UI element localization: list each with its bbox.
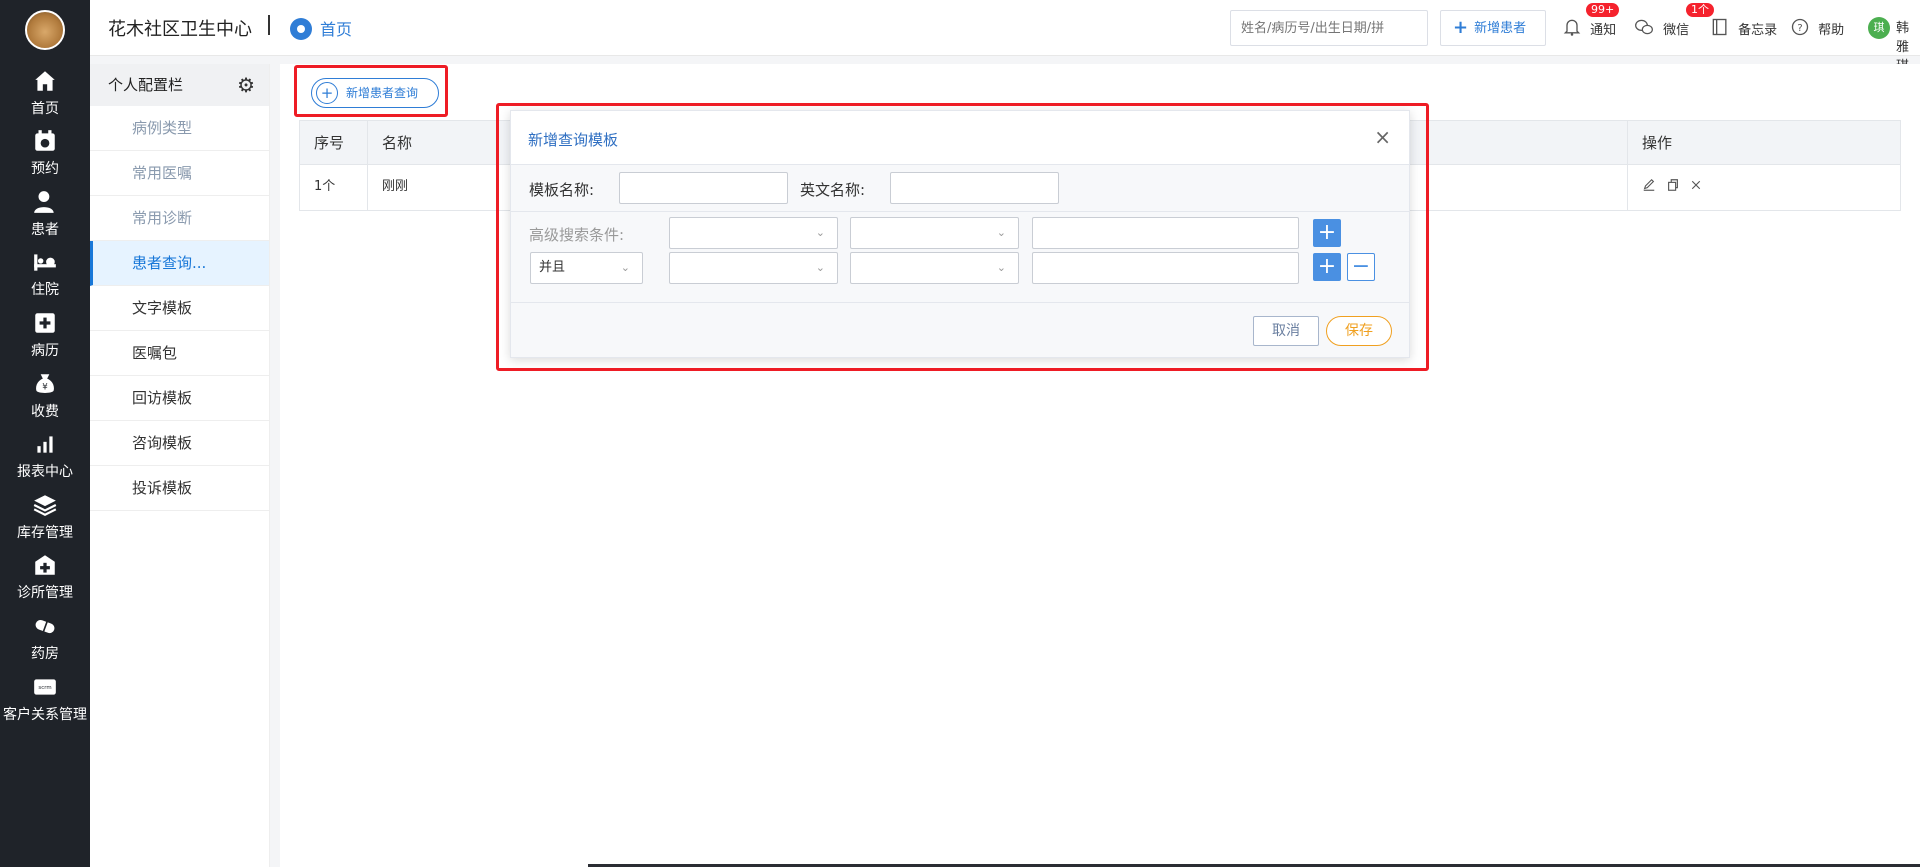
rail-label: 库存管理: [17, 525, 73, 541]
patient-search-input[interactable]: [1230, 10, 1428, 46]
rail-label: 诊所管理: [17, 585, 73, 601]
sidebar-item-order-package[interactable]: 医嘱包: [90, 331, 269, 376]
sidebar-header: 个人配置栏 ⚙: [90, 64, 269, 106]
sidebar-item-case-type[interactable]: 病例类型: [90, 106, 269, 151]
user-icon: [34, 191, 54, 213]
sidebar-item-common-orders[interactable]: 常用医嘱: [90, 151, 269, 196]
rail-label: 患者: [31, 222, 59, 238]
layers-icon: [33, 495, 57, 516]
rail-label: 客户关系管理: [3, 707, 87, 723]
plus-icon: +: [1453, 17, 1469, 38]
help-label: 帮助: [1818, 23, 1845, 38]
rail-label: 报表中心: [17, 464, 73, 480]
sidebar-item-common-diagnosis[interactable]: 常用诊断: [90, 196, 269, 241]
medical-box-icon: [35, 555, 55, 575]
money-bag-icon: ¥: [36, 374, 54, 393]
home-badge-icon: [290, 18, 312, 40]
calendar-icon: [35, 130, 55, 151]
home-icon: [35, 71, 55, 91]
rail-label: 预约: [31, 161, 59, 177]
pill-icon: [35, 619, 55, 634]
rail-label: 病历: [31, 343, 59, 359]
notification-label: 通知: [1590, 23, 1617, 38]
rail-item-clinic[interactable]: 诊所管理: [0, 544, 90, 614]
header-ops: 操作: [1642, 134, 1673, 152]
sidebar-item-patient-query[interactable]: 患者查询...: [90, 241, 269, 286]
header-index: 序号: [300, 121, 368, 164]
rail-item-crm[interactable]: scrm 客户关系管理: [0, 666, 90, 736]
app-logo-avatar[interactable]: [25, 10, 65, 50]
cell-index: 1个: [300, 165, 368, 210]
wechat-label: 微信: [1663, 23, 1690, 38]
avatar[interactable]: 琪: [1868, 17, 1890, 39]
copy-icon[interactable]: [1666, 178, 1680, 192]
svg-text:¥: ¥: [42, 382, 48, 392]
medical-record-icon: [35, 313, 55, 333]
sidebar-item-followup-template[interactable]: 回访模板: [90, 376, 269, 421]
org-name: 花木社区卫生中心: [108, 19, 252, 40]
wechat-button[interactable]: 微信: [1633, 17, 1689, 38]
home-link-label: 首页: [320, 20, 353, 39]
wechat-count-badge: 1个: [1686, 3, 1714, 17]
gear-icon[interactable]: ⚙: [237, 64, 255, 106]
notebook-icon: [1712, 18, 1727, 36]
wechat-icon: [1635, 19, 1653, 35]
rail-item-inpatient[interactable]: 住院: [0, 241, 90, 311]
config-sidebar: 个人配置栏 ⚙ 病例类型 常用医嘱 常用诊断 患者查询... 文字模板 医嘱包 …: [90, 64, 270, 867]
bar-chart-icon: [37, 436, 53, 453]
edit-icon[interactable]: [1642, 178, 1656, 192]
rail-label: 药房: [31, 646, 59, 662]
highlight-box-dialog: [496, 103, 1429, 371]
sidebar-item-complaint-template[interactable]: 投诉模板: [90, 466, 269, 511]
notification-count-badge: 99+: [1586, 3, 1620, 17]
rail-item-records[interactable]: 病历: [0, 302, 90, 372]
new-patient-button[interactable]: + 新增患者: [1440, 10, 1546, 46]
svg-text:?: ?: [1797, 23, 1802, 34]
highlight-box-add-button: [294, 65, 448, 117]
rail-label: 首页: [31, 101, 59, 117]
top-header: 花木社区卫生中心 首页 +新增患者 通知 99+ 微信 1个 备忘录 ? 帮助 …: [90, 0, 1920, 74]
notification-button[interactable]: 通知: [1562, 17, 1616, 38]
home-breadcrumb[interactable]: 首页: [290, 16, 352, 40]
bed-icon: [34, 254, 56, 271]
scrm-icon: scrm: [34, 679, 56, 695]
nav-rail: 首页 预约 患者 住院 病历 ¥ 收费 报表中心 库存管理 诊所管理 药房 sc…: [0, 0, 90, 867]
rail-label: 收费: [31, 404, 59, 420]
svg-text:scrm: scrm: [38, 685, 51, 691]
cell-ops: [1628, 165, 1902, 210]
memo-label: 备忘录: [1738, 23, 1778, 38]
new-patient-label: 新增患者: [1474, 21, 1527, 36]
rail-item-pharmacy[interactable]: 药房: [0, 605, 90, 675]
rail-item-reports[interactable]: 报表中心: [0, 423, 90, 493]
header-divider: [268, 15, 270, 35]
sidebar-item-text-template[interactable]: 文字模板: [90, 286, 269, 331]
help-button[interactable]: ? 帮助: [1790, 17, 1844, 38]
bell-icon: [1563, 19, 1581, 36]
sidebar-item-consult-template[interactable]: 咨询模板: [90, 421, 269, 466]
rail-item-appointment[interactable]: 预约: [0, 120, 90, 190]
sidebar-title: 个人配置栏: [108, 76, 184, 94]
delete-icon[interactable]: [1690, 179, 1702, 191]
help-icon: ?: [1791, 18, 1809, 36]
rail-label: 住院: [31, 282, 59, 298]
memo-button[interactable]: 备忘录: [1710, 17, 1777, 38]
